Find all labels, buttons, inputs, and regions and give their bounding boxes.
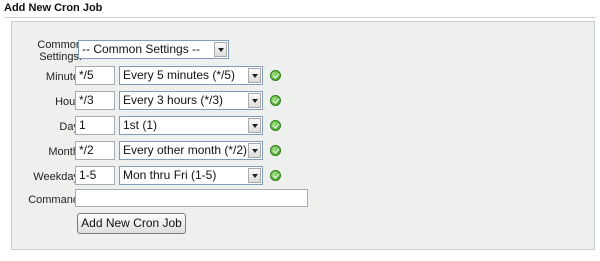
minute-select[interactable]: Every 5 minutes (*/5) xyxy=(119,66,263,85)
common-settings-label: Common Settings: xyxy=(37,39,82,63)
hour-select[interactable]: Every 3 hours (*/3) xyxy=(119,91,263,110)
check-circle-icon xyxy=(270,170,281,181)
command-field[interactable] xyxy=(75,189,308,207)
cron-job-form: Common Settings: -- Common Settings -- M… xyxy=(11,21,595,250)
hour-label: Hour: xyxy=(55,96,82,108)
chevron-down-icon[interactable] xyxy=(214,42,227,57)
check-circle-icon xyxy=(270,95,281,106)
check-circle-icon xyxy=(270,145,281,156)
month-select[interactable]: Every other month (*/2) xyxy=(119,141,263,160)
common-settings-select[interactable]: -- Common Settings -- xyxy=(78,40,229,59)
section-title: Add New Cron Job xyxy=(4,2,103,14)
day-select[interactable]: 1st (1) xyxy=(119,116,263,135)
month-label: Month: xyxy=(48,146,82,158)
chevron-down-icon[interactable] xyxy=(248,118,261,133)
command-label: Command: xyxy=(28,194,82,206)
day-field[interactable]: 1 xyxy=(75,116,115,135)
check-circle-icon xyxy=(270,70,281,81)
minute-label: Minute: xyxy=(45,71,82,83)
hour-field[interactable]: */3 xyxy=(75,91,115,110)
add-cron-job-button[interactable]: Add New Cron Job xyxy=(77,213,186,234)
chevron-down-icon[interactable] xyxy=(248,68,261,83)
weekday-label: Weekday: xyxy=(33,171,82,183)
minute-field[interactable]: */5 xyxy=(75,66,115,85)
chevron-down-icon[interactable] xyxy=(248,93,261,108)
weekday-field[interactable]: 1-5 xyxy=(75,166,115,185)
chevron-down-icon[interactable] xyxy=(248,168,261,183)
month-field[interactable]: */2 xyxy=(75,141,115,160)
section-divider xyxy=(4,17,596,18)
weekday-select[interactable]: Mon thru Fri (1-5) xyxy=(119,166,263,185)
check-circle-icon xyxy=(270,120,281,131)
day-label: Day: xyxy=(59,121,82,133)
chevron-down-icon[interactable] xyxy=(248,143,261,158)
